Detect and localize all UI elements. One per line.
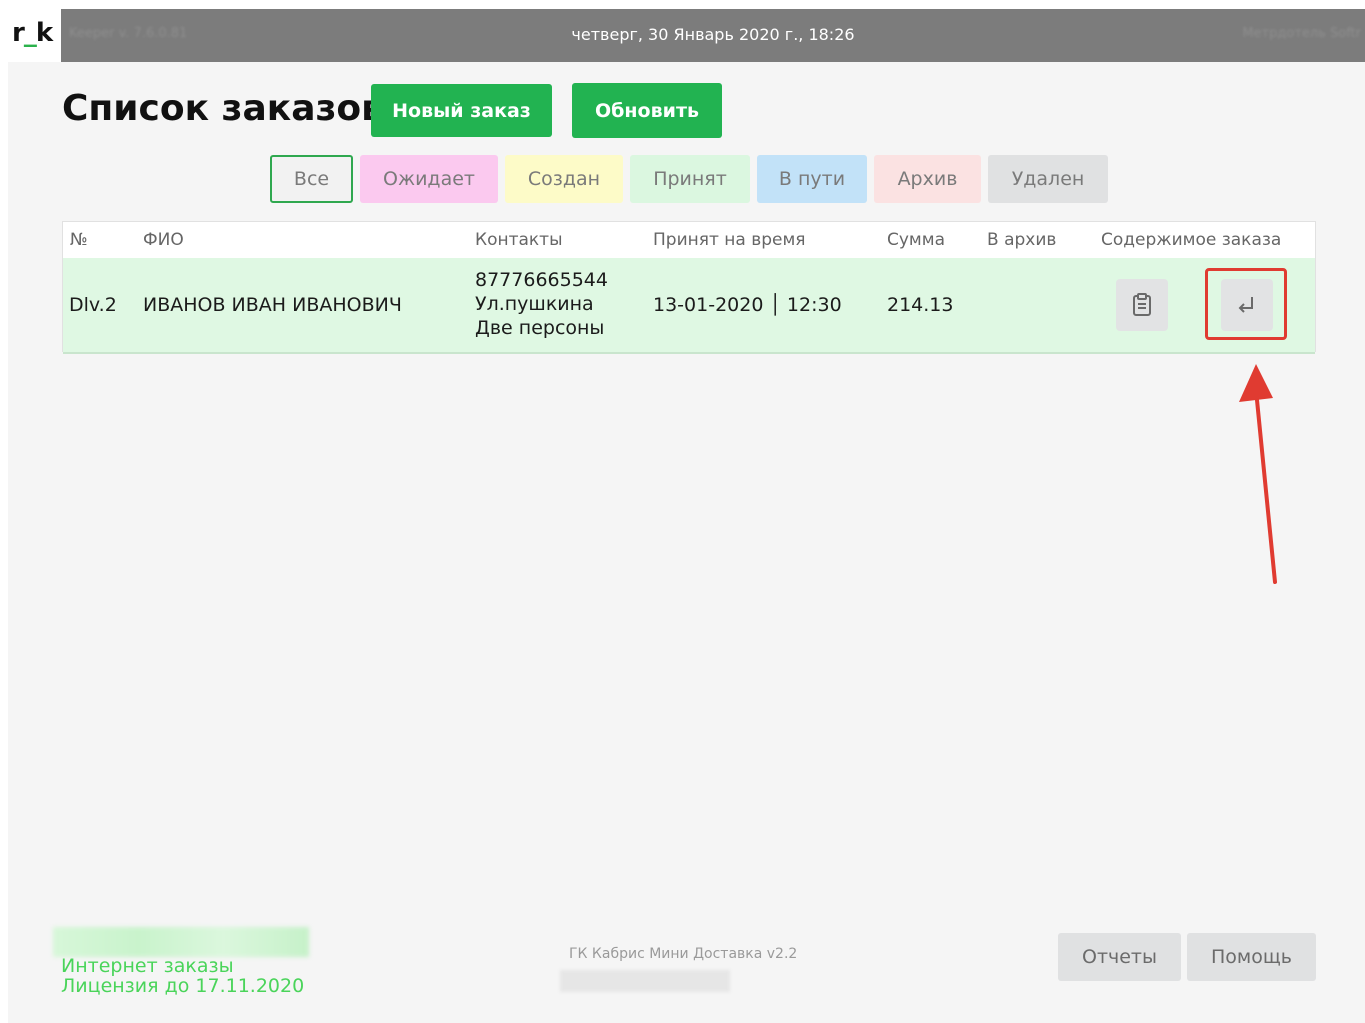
blurred-footer-text — [560, 970, 730, 992]
column-header-content: Содержимое заказа — [1101, 230, 1282, 250]
main-area — [8, 62, 1365, 1023]
column-header-sum: Сумма — [887, 230, 945, 250]
filter-in-transit[interactable]: В пути — [757, 155, 867, 203]
refresh-button[interactable]: Обновить — [572, 83, 722, 138]
help-button[interactable]: Помощь — [1187, 933, 1316, 981]
filter-deleted[interactable]: Удален — [988, 155, 1108, 203]
license-info: Интернет заказы Лицензия до 17.11.2020 — [61, 956, 304, 996]
column-header-contacts: Контакты — [475, 230, 563, 250]
top-bar: Keeper v. 7.6.0.81 четверг, 30 Январь 20… — [61, 9, 1365, 62]
clipboard-icon — [1133, 293, 1151, 316]
customer-phone: 87776665544 — [475, 269, 608, 291]
table-row[interactable]: Dlv.2 ИВАНОВ ИВАН ИВАНОВИЧ 87776665544 У… — [63, 258, 1315, 354]
customer-address: Ул.пушкина — [475, 293, 594, 315]
license-expiry: Лицензия до 17.11.2020 — [61, 975, 305, 997]
order-note: Две персоны — [475, 317, 605, 339]
filter-accepted[interactable]: Принят — [630, 155, 750, 203]
app-logo: r_k — [12, 18, 53, 48]
reports-button[interactable]: Отчеты — [1058, 933, 1181, 981]
customer-contacts: 87776665544 Ул.пушкина Две персоны — [475, 268, 608, 340]
orders-table: № ФИО Контакты Принят на время Сумма В а… — [62, 221, 1316, 354]
filter-all[interactable]: Все — [270, 155, 353, 203]
product-name: Интернет заказы — [61, 955, 234, 977]
footer-app-name: ГК Кабрис Мини Доставка v2.2 — [569, 946, 798, 962]
filter-waiting[interactable]: Ожидает — [360, 155, 498, 203]
order-number: Dlv.2 — [69, 294, 117, 316]
status-filter-bar: Все Ожидает Создан Принят В пути Архив У… — [270, 155, 1108, 203]
column-header-archive: В архив — [987, 230, 1057, 250]
highlight-box — [1205, 268, 1287, 340]
current-datetime: четверг, 30 Январь 2020 г., 18:26 — [571, 25, 855, 44]
filter-archive[interactable]: Архив — [874, 155, 981, 203]
new-order-button[interactable]: Новый заказ — [371, 84, 552, 137]
column-header-fio: ФИО — [143, 230, 184, 250]
archive-button[interactable] — [1116, 279, 1168, 331]
page-title: Список заказов — [62, 88, 384, 129]
filter-created[interactable]: Создан — [505, 155, 623, 203]
column-header-time: Принят на время — [653, 230, 806, 250]
annotation-arrow — [1239, 364, 1277, 584]
column-header-number: № — [70, 230, 88, 250]
customer-name: ИВАНОВ ИВАН ИВАНОВИЧ — [143, 294, 402, 316]
top-bar-right-text: Метрдотель Softr — [1242, 26, 1361, 41]
accepted-time: 13-01-2020 │ 12:30 — [653, 294, 842, 316]
order-sum: 214.13 — [887, 294, 954, 316]
blurred-footer-block — [53, 927, 309, 957]
